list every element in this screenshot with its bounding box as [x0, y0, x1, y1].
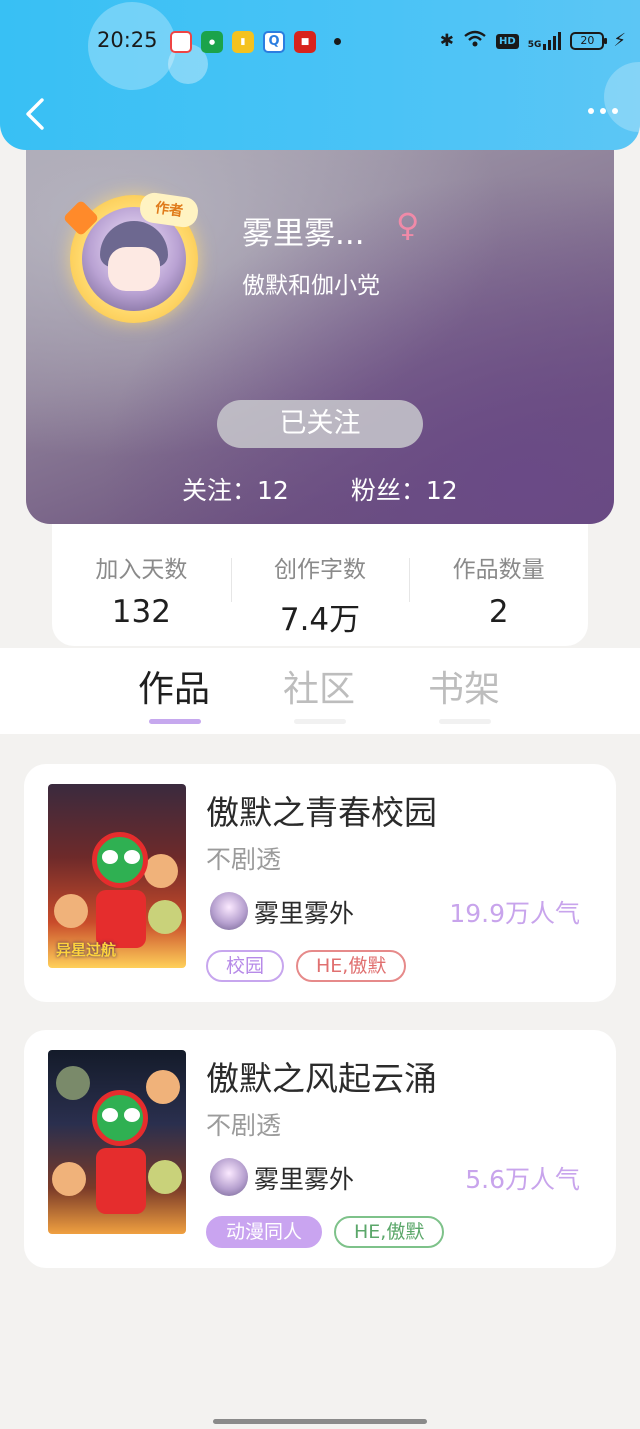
tab-indicator: [149, 719, 201, 724]
home-indicator[interactable]: [213, 1419, 427, 1424]
back-button[interactable]: [20, 92, 50, 136]
browser-app-icon: Q: [263, 31, 285, 53]
network-type-label: 5G: [527, 40, 542, 50]
work-card[interactable]: 异星过航 傲默之青春校园 不剧透 雾里雾外 19.9万人气 校园 HE,傲默: [24, 764, 616, 1002]
notification-icons: ● ▮ Q ■: [170, 31, 316, 53]
charging-icon: ⚡: [613, 30, 626, 51]
stat-value: 7.4万: [279, 602, 361, 638]
tag[interactable]: HE,傲默: [296, 950, 407, 982]
tag[interactable]: 校园: [206, 950, 285, 982]
more-dots-icon: [588, 108, 594, 114]
chevron-left-icon: [26, 98, 44, 130]
work-subtitle: 不剧透: [206, 845, 282, 874]
stat-word-count: 创作字数 7.4万: [230, 524, 410, 646]
work-title: 傲默之青春校园: [206, 793, 437, 832]
stat-label: 作品数量: [452, 557, 545, 583]
status-time: 20:25: [97, 28, 158, 52]
signal-bars: [543, 32, 562, 50]
stat-value: 132: [111, 594, 171, 630]
female-gender-icon: ♀: [396, 206, 420, 244]
wallet-app-icon: [170, 31, 192, 53]
work-title: 傲默之风起云涌: [206, 1059, 437, 1098]
tab-indicator: [439, 719, 491, 724]
top-header: 20:25 ● ▮ Q ■ ✱ HD 5G 20 ⚡: [0, 0, 640, 150]
work-subtitle: 不剧透: [206, 1111, 282, 1140]
tab-community[interactable]: 社区: [283, 660, 355, 712]
username: 雾里雾...: [242, 216, 365, 252]
tag[interactable]: HE,傲默: [334, 1216, 445, 1248]
author-name: 雾里雾外: [254, 899, 355, 928]
stat-label: 创作字数: [274, 557, 366, 583]
following-count[interactable]: 关注：12: [182, 471, 289, 507]
reader-app-icon: ▮: [232, 31, 254, 53]
decor-bubble: [604, 62, 640, 132]
notification-dot-icon: [334, 38, 341, 45]
hd-badge: HD: [496, 33, 519, 49]
user-signature: 傲默和伽小党: [242, 273, 380, 299]
work-card[interactable]: 傲默之风起云涌 不剧透 雾里雾外 5.6万人气 动漫同人 HE,傲默: [24, 1030, 616, 1268]
battery-icon: 20: [570, 32, 608, 50]
tag-list: 校园 HE,傲默: [206, 950, 407, 982]
follow-stats: 关注：12 粉丝：12: [182, 471, 458, 507]
followers-count[interactable]: 粉丝：12: [351, 471, 458, 507]
oppo-app-icon: ●: [201, 31, 223, 53]
author-avatar: [210, 1158, 248, 1196]
work-cover-image: [48, 1050, 186, 1234]
popularity-count: 19.9万人气: [449, 899, 580, 928]
popularity-count: 5.6万人气: [465, 1165, 580, 1194]
stat-value: 2: [488, 594, 509, 630]
tab-indicator: [294, 719, 346, 724]
stats-card: 加入天数 132 创作字数 7.4万 作品数量 2: [52, 524, 588, 646]
profile-card: 作者 雾里雾... ♀ 傲默和伽小党 已关注 关注：12 粉丝：12: [26, 120, 614, 524]
bluetooth-icon: ✱: [439, 31, 455, 51]
work-cover-image: 异星过航: [48, 784, 186, 968]
more-button[interactable]: [584, 104, 622, 118]
wifi-icon: [463, 30, 487, 52]
signal-icon: 5G: [528, 32, 562, 50]
tab-bookshelf[interactable]: 书架: [428, 660, 500, 712]
stat-label: 加入天数: [95, 557, 188, 583]
news-app-icon: ■: [294, 31, 316, 53]
tabs-bar: 作品 社区 书架: [0, 648, 640, 734]
tag-list: 动漫同人 HE,傲默: [206, 1216, 445, 1248]
tab-works[interactable]: 作品: [138, 660, 210, 712]
followed-button[interactable]: 已关注: [217, 400, 423, 448]
stat-join-days: 加入天数 132: [52, 524, 231, 646]
system-status-icons: ✱ HD 5G 20 ⚡: [440, 30, 626, 52]
avatar[interactable]: 作者: [62, 191, 200, 323]
stat-works-count: 作品数量 2: [409, 524, 588, 646]
author-name: 雾里雾外: [254, 1165, 355, 1194]
author-avatar: [210, 892, 248, 930]
cover-title-text: 异星过航: [56, 941, 117, 959]
tag[interactable]: 动漫同人: [206, 1216, 323, 1248]
